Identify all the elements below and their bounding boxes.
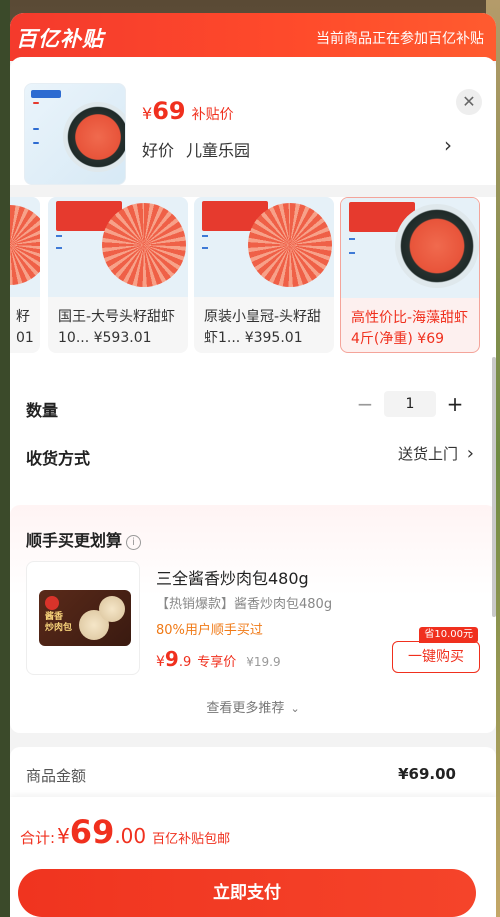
recommend-product-image[interactable]: 酱香 炒肉包 [26, 561, 140, 675]
recommend-product-desc: 【热销爆款】酱香炒肉包480g [156, 597, 333, 612]
variant-label [56, 247, 62, 249]
variant-name: 原装小皇冠-头籽甜虾1... ¥395.01 [204, 309, 322, 346]
shrimp-ring [102, 203, 186, 287]
variant-option[interactable]: 籽 01 [10, 197, 40, 353]
total-symbol: ¥ [57, 824, 70, 848]
old-price: ¥19.9 [246, 655, 281, 669]
thumb-label [33, 142, 39, 144]
total-int: 69 [69, 813, 115, 851]
bun-image [99, 596, 125, 622]
product-tags[interactable]: 好价 儿童乐园 [142, 137, 250, 161]
background-left-edge [0, 0, 10, 917]
variant-label [349, 238, 355, 240]
bun-package: 酱香 炒肉包 [39, 590, 131, 646]
price-symbol: ¥ [156, 654, 165, 670]
chevron-down-icon: ⌄ [290, 702, 300, 715]
decrease-button[interactable]: − [354, 392, 376, 416]
recommend-title: 顺手买更划算 i [26, 527, 142, 551]
variant-label [56, 235, 62, 237]
subsidy-notice: 当前商品正在参加百亿补贴 [316, 31, 484, 47]
more-recommend-link[interactable]: 查看更多推荐 ⌄ [10, 697, 496, 716]
close-icon[interactable]: ✕ [456, 89, 482, 115]
price-dec: .9 [178, 655, 192, 670]
price-symbol: ¥ [142, 104, 153, 123]
quantity-value[interactable]: 1 [384, 391, 436, 417]
variant-option[interactable]: 原装小皇冠-头籽甜虾1... ¥395.01 [194, 197, 334, 353]
more-recommend-text: 查看更多推荐 [206, 701, 285, 716]
package-text: 酱香 炒肉包 [45, 612, 73, 633]
recommend-price: ¥9.9 专享价 ¥19.9 [156, 647, 281, 671]
quantity-stepper[interactable]: − 1 + [354, 391, 466, 417]
variant-name: 籽 01 [16, 309, 34, 346]
variant-image [341, 198, 479, 298]
variant-image [194, 197, 334, 297]
order-sheet: 百亿补贴 当前商品正在参加百亿补贴 ¥69 补贴价 好价 儿童乐园 › ✕ 籽 … [10, 13, 496, 917]
variant-name: 国王-大号头籽甜虾10... ¥593.01 [58, 309, 176, 346]
thumb-label [33, 128, 39, 130]
variant-image [48, 197, 188, 297]
one-click-buy-button[interactable]: 一键购买 [392, 641, 480, 673]
pay-now-button[interactable]: 立即支付 [18, 869, 476, 917]
delivery-method[interactable]: 送货上门 › [398, 443, 474, 464]
info-icon[interactable]: i [126, 535, 142, 550]
thumb-brand-tag [31, 90, 61, 98]
price-label: 专享价 [197, 655, 237, 670]
variant-label [349, 252, 355, 254]
recommend-promo: 80%用户顺手买过 [156, 623, 263, 638]
recommend-card: 顺手买更划算 i 酱香 炒肉包 三全酱香炒肉包480g 【热销爆款】酱香炒肉包48… [10, 505, 496, 733]
thumb-label [33, 102, 39, 104]
scrollbar[interactable] [492, 357, 496, 617]
shrimp-plate-image [395, 204, 479, 288]
variant-option[interactable]: 国王-大号头籽甜虾10... ¥593.01 [48, 197, 188, 353]
product-thumbnail[interactable] [24, 83, 126, 185]
brand-logo: 百亿补贴 [16, 27, 104, 51]
total-label: 合计: [20, 829, 56, 847]
shrimp-ring [10, 205, 40, 285]
tag-kids-park: 儿童乐园 [186, 141, 251, 160]
delivery-label: 收货方式 [26, 449, 91, 468]
price-value: 69 [152, 97, 186, 125]
delivery-value: 送货上门 [398, 445, 459, 463]
price-tag: 补贴价 [191, 107, 234, 123]
variant-option-selected[interactable]: 高性价比-海藻甜虾4斤(净重) ¥69 [340, 197, 480, 353]
variant-image [10, 197, 40, 297]
subsidy-price: ¥69 补贴价 [142, 97, 234, 125]
chevron-right-icon: › [466, 443, 474, 464]
options-card: 数量 − 1 + 收货方式 送货上门 › [10, 357, 496, 525]
variant-list[interactable]: 籽 01 国王-大号头籽甜虾10... ¥593.01 原装小皇冠-头籽甜虾1.… [10, 197, 496, 357]
quantity-label: 数量 [26, 401, 59, 420]
chevron-right-icon[interactable]: › [444, 133, 452, 157]
total-amount: 合计: ¥69.00 百亿补贴包邮 [20, 813, 230, 851]
shrimp-plate-image [63, 102, 125, 172]
recommend-product-name[interactable]: 三全酱香炒肉包480g [156, 565, 309, 589]
tag-good-price: 好价 [142, 141, 175, 160]
subsidy-banner: 百亿补贴 当前商品正在参加百亿补贴 [10, 13, 496, 61]
increase-button[interactable]: + [444, 392, 466, 416]
product-header: ¥69 补贴价 好价 儿童乐园 › ✕ [10, 57, 496, 185]
variant-label [202, 247, 208, 249]
shrimp-ring [248, 203, 332, 287]
save-badge: 省10.00元 [419, 627, 478, 643]
variant-label [202, 235, 208, 237]
free-shipping-note: 百亿补贴包邮 [152, 832, 231, 847]
recommend-title-text: 顺手买更划算 [26, 531, 123, 550]
total-dec: .00 [114, 824, 147, 848]
brand-logo-icon [45, 596, 59, 610]
checkout-footer: 合计: ¥69.00 百亿补贴包邮 立即支付 [10, 797, 496, 917]
goods-amount-value: ¥69.00 [398, 765, 456, 783]
variant-name: 高性价比-海藻甜虾4斤(净重) ¥69 [351, 310, 469, 347]
price-int: 9 [164, 647, 179, 671]
goods-amount-label: 商品金额 [26, 767, 87, 785]
sheet-panel: ¥69 补贴价 好价 儿童乐园 › ✕ 籽 01 国王-大号头籽甜虾10... … [10, 57, 496, 917]
